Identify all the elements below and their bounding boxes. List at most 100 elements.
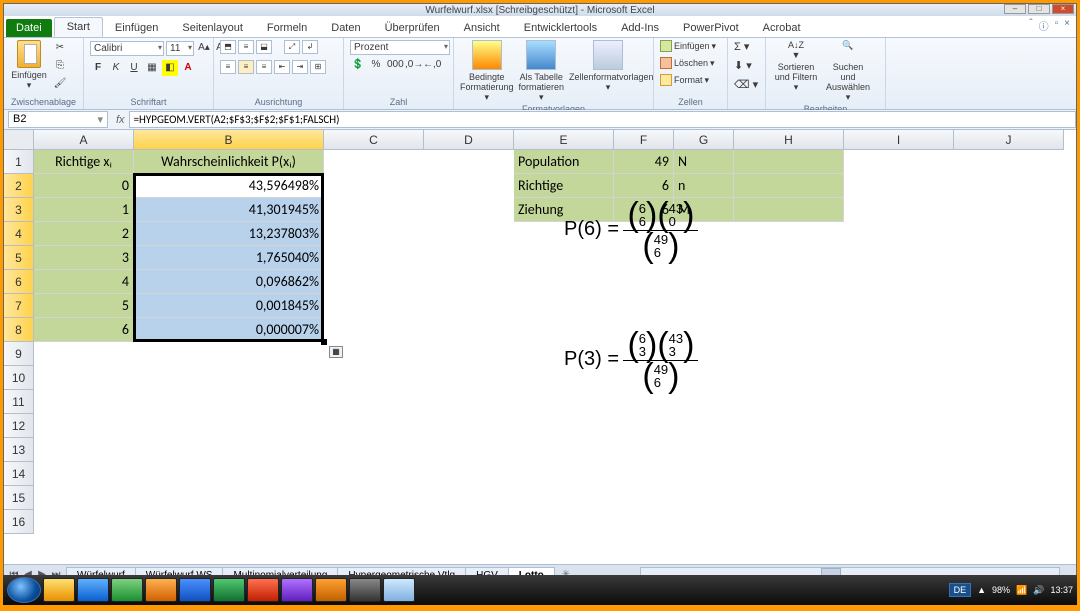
maximize-button[interactable]: □ bbox=[1028, 4, 1050, 14]
align-center-icon[interactable]: ≡ bbox=[238, 60, 254, 74]
systray-icon[interactable]: ▲ bbox=[977, 585, 986, 595]
battery-pct[interactable]: 98% bbox=[992, 585, 1010, 595]
taskbar-ppt-icon[interactable] bbox=[247, 578, 279, 602]
underline-button[interactable]: U bbox=[126, 60, 142, 76]
tab-acrobat[interactable]: Acrobat bbox=[751, 19, 813, 37]
cell-B7[interactable]: 0,001845% bbox=[134, 294, 324, 318]
tab-daten[interactable]: Daten bbox=[319, 19, 372, 37]
cell-A1[interactable]: Richtige xᵢ bbox=[34, 150, 134, 174]
decrease-decimal-icon[interactable]: ←,0 bbox=[422, 57, 438, 73]
cell-E1[interactable]: Population bbox=[514, 150, 614, 174]
fill-color-button[interactable]: ◧ bbox=[162, 60, 178, 76]
fill-button[interactable]: ⬇ ▾ bbox=[734, 59, 752, 72]
decrease-indent-icon[interactable]: ⇤ bbox=[274, 60, 290, 74]
taskbar-word-icon[interactable] bbox=[179, 578, 211, 602]
file-tab[interactable]: Datei bbox=[6, 19, 52, 37]
column-header-J[interactable]: J bbox=[954, 130, 1064, 150]
minimize-button[interactable]: – bbox=[1004, 4, 1026, 14]
cell-H3[interactable] bbox=[734, 198, 844, 222]
taskbar-excel-icon[interactable] bbox=[213, 578, 245, 602]
row-header-2[interactable]: 2 bbox=[4, 174, 34, 198]
row-header-13[interactable]: 13 bbox=[4, 438, 34, 462]
tab-powerpivot[interactable]: PowerPivot bbox=[671, 19, 751, 37]
close-button[interactable]: × bbox=[1052, 4, 1074, 14]
cell-A8[interactable]: 6 bbox=[34, 318, 134, 342]
align-left-icon[interactable]: ≡ bbox=[220, 60, 236, 74]
column-header-F[interactable]: F bbox=[614, 130, 674, 150]
taskbar-explorer-icon[interactable] bbox=[43, 578, 75, 602]
clear-button[interactable]: ⌫ ▾ bbox=[734, 78, 758, 91]
row-header-12[interactable]: 12 bbox=[4, 414, 34, 438]
insert-cells-button[interactable]: Einfügen ▾ bbox=[660, 40, 716, 52]
row-header-15[interactable]: 15 bbox=[4, 486, 34, 510]
cell-A5[interactable]: 3 bbox=[34, 246, 134, 270]
italic-button[interactable]: K bbox=[108, 60, 124, 76]
row-header-4[interactable]: 4 bbox=[4, 222, 34, 246]
cell-A6[interactable]: 4 bbox=[34, 270, 134, 294]
taskbar-app1-icon[interactable] bbox=[111, 578, 143, 602]
copy-icon[interactable]: ⎘ bbox=[52, 58, 68, 74]
align-top-icon[interactable]: ⬒ bbox=[220, 40, 236, 54]
language-indicator[interactable]: DE bbox=[949, 583, 972, 597]
row-header-14[interactable]: 14 bbox=[4, 462, 34, 486]
cell-B6[interactable]: 0,096862% bbox=[134, 270, 324, 294]
format-cells-button[interactable]: Format ▾ bbox=[660, 74, 709, 86]
taskbar-app2-icon[interactable] bbox=[145, 578, 177, 602]
cell-F2[interactable]: 6 bbox=[614, 174, 674, 198]
conditional-formatting-button[interactable]: Bedingte Formatierung ▾ bbox=[460, 40, 514, 103]
column-header-I[interactable]: I bbox=[844, 130, 954, 150]
tab-ansicht[interactable]: Ansicht bbox=[452, 19, 512, 37]
cell-B2[interactable]: 43,596498% bbox=[134, 174, 324, 198]
orientation-icon[interactable]: ⤢ bbox=[284, 40, 300, 54]
network-icon[interactable]: 📶 bbox=[1016, 585, 1027, 596]
tab-entwicklertools[interactable]: Entwicklertools bbox=[512, 19, 609, 37]
percent-format-icon[interactable]: % bbox=[368, 57, 384, 73]
tab-ueberpruefen[interactable]: Überprüfen bbox=[373, 19, 452, 37]
help-icon[interactable]: ⓘ bbox=[1039, 18, 1049, 33]
wrap-text-icon[interactable]: ↲ bbox=[302, 40, 318, 54]
window-restore-icon[interactable]: ▫ bbox=[1055, 18, 1059, 33]
find-select-button[interactable]: 🔍Suchen und Auswählen ▾ bbox=[824, 40, 872, 103]
column-header-C[interactable]: C bbox=[324, 130, 424, 150]
paste-button[interactable]: Einfügen ▾ bbox=[10, 40, 48, 90]
row-header-1[interactable]: 1 bbox=[4, 150, 34, 174]
cell-styles-button[interactable]: Zellenformatvorlagen ▾ bbox=[569, 40, 647, 93]
font-color-button[interactable]: A bbox=[180, 60, 196, 76]
column-header-G[interactable]: G bbox=[674, 130, 734, 150]
spreadsheet-grid[interactable]: ABCDEFGHIJ 12345678910111213141516 Richt… bbox=[4, 130, 1076, 564]
windows-taskbar[interactable]: DE ▲ 98% 📶 🔊 13:37 bbox=[3, 575, 1077, 605]
row-header-16[interactable]: 16 bbox=[4, 510, 34, 534]
row-header-11[interactable]: 11 bbox=[4, 390, 34, 414]
select-all-corner[interactable] bbox=[4, 130, 34, 150]
tab-formeln[interactable]: Formeln bbox=[255, 19, 319, 37]
align-bottom-icon[interactable]: ⬓ bbox=[256, 40, 272, 54]
column-header-D[interactable]: D bbox=[424, 130, 514, 150]
format-as-table-button[interactable]: Als Tabelle formatieren ▾ bbox=[518, 40, 565, 103]
row-header-5[interactable]: 5 bbox=[4, 246, 34, 270]
fill-handle[interactable] bbox=[321, 339, 327, 345]
merge-center-icon[interactable]: ⊞ bbox=[310, 60, 326, 74]
font-size-combo[interactable]: 11 bbox=[166, 41, 194, 56]
cell-H2[interactable] bbox=[734, 174, 844, 198]
bold-button[interactable]: F bbox=[90, 60, 106, 76]
cell-A4[interactable]: 2 bbox=[34, 222, 134, 246]
formula-bar[interactable]: =HYPGEOM.VERT(A2;$F$3;$F$2;$F$1;FALSCH) bbox=[129, 111, 1076, 128]
column-header-H[interactable]: H bbox=[734, 130, 844, 150]
row-header-3[interactable]: 3 bbox=[4, 198, 34, 222]
volume-icon[interactable]: 🔊 bbox=[1033, 585, 1044, 596]
format-painter-icon[interactable]: 🖌 bbox=[52, 76, 68, 92]
number-format-combo[interactable]: Prozent bbox=[350, 40, 450, 55]
tab-addins[interactable]: Add-Ins bbox=[609, 19, 671, 37]
cell-E2[interactable]: Richtige bbox=[514, 174, 614, 198]
clock[interactable]: 13:37 bbox=[1050, 585, 1073, 595]
taskbar-ie-icon[interactable] bbox=[77, 578, 109, 602]
cell-A7[interactable]: 5 bbox=[34, 294, 134, 318]
border-button[interactable]: ▦ bbox=[144, 60, 160, 76]
taskbar-app3-icon[interactable] bbox=[315, 578, 347, 602]
cell-G2[interactable]: n bbox=[674, 174, 734, 198]
column-header-A[interactable]: A bbox=[34, 130, 134, 150]
cell-H1[interactable] bbox=[734, 150, 844, 174]
cell-B3[interactable]: 41,301945% bbox=[134, 198, 324, 222]
row-header-9[interactable]: 9 bbox=[4, 342, 34, 366]
minimize-ribbon-icon[interactable]: ˆ bbox=[1029, 18, 1032, 33]
